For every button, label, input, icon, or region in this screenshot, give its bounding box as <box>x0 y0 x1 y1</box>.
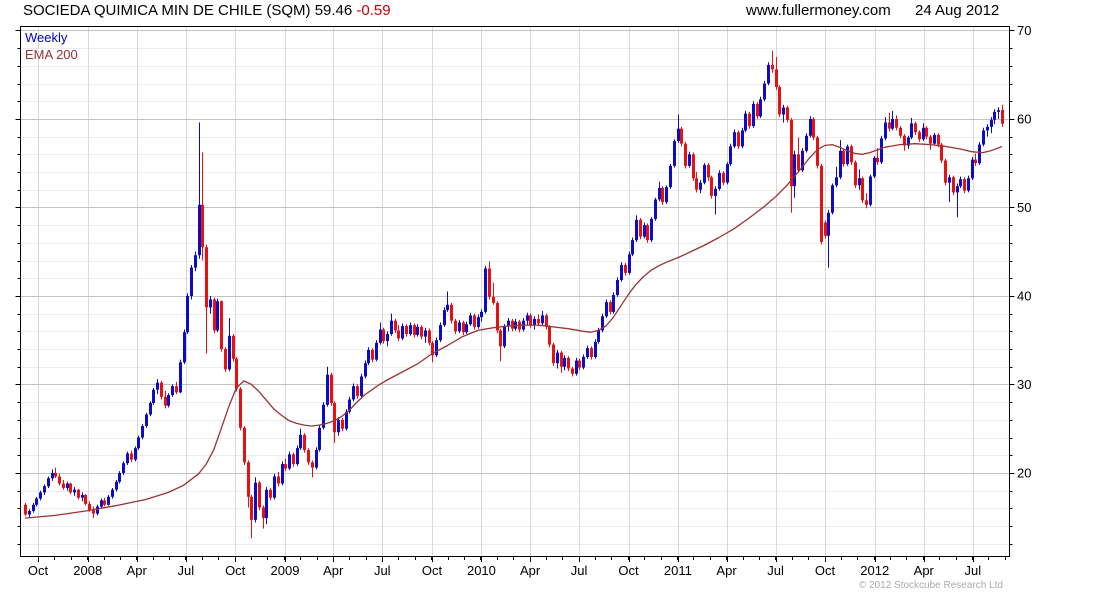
svg-text:Apr: Apr <box>127 563 148 578</box>
svg-text:Apr: Apr <box>716 563 737 578</box>
svg-text:Apr: Apr <box>914 563 935 578</box>
svg-text:Apr: Apr <box>323 563 344 578</box>
svg-text:30: 30 <box>1017 377 1031 392</box>
svg-text:Oct: Oct <box>225 563 246 578</box>
svg-text:50: 50 <box>1017 200 1031 215</box>
svg-text:2009: 2009 <box>271 563 300 578</box>
price-chart: 20 30 40 50 60 70 Oct 2008 Apr Jul Oct 2009 Apr Jul Oc… <box>15 23 1031 578</box>
svg-text:2010: 2010 <box>467 563 496 578</box>
svg-text:Jul: Jul <box>571 563 588 578</box>
svg-text:Jul: Jul <box>964 563 981 578</box>
svg-text:Jul: Jul <box>767 563 784 578</box>
svg-text:70: 70 <box>1017 23 1031 38</box>
copyright-label: © 2012 Stockcube Research Ltd <box>858 580 1003 591</box>
ema-label: EMA 200 <box>25 47 78 62</box>
svg-text:Oct: Oct <box>815 563 836 578</box>
svg-text:Jul: Jul <box>177 563 194 578</box>
svg-text:2008: 2008 <box>73 563 102 578</box>
chart-legend: Weekly EMA 200 <box>25 29 78 63</box>
timeframe-label: Weekly <box>25 30 68 45</box>
svg-text:Oct: Oct <box>618 563 639 578</box>
chart-window: SOCIEDA QUIMICA MIN DE CHILE (SQM) 59.46… <box>0 0 1100 600</box>
svg-text:Oct: Oct <box>422 563 443 578</box>
svg-text:Jul: Jul <box>374 563 391 578</box>
svg-text:Oct: Oct <box>28 563 49 578</box>
svg-text:Apr: Apr <box>520 563 541 578</box>
svg-text:40: 40 <box>1017 288 1031 303</box>
svg-text:2011: 2011 <box>664 563 692 578</box>
svg-text:2012: 2012 <box>860 563 889 578</box>
svg-text:60: 60 <box>1017 111 1031 126</box>
svg-text:20: 20 <box>1017 465 1031 480</box>
